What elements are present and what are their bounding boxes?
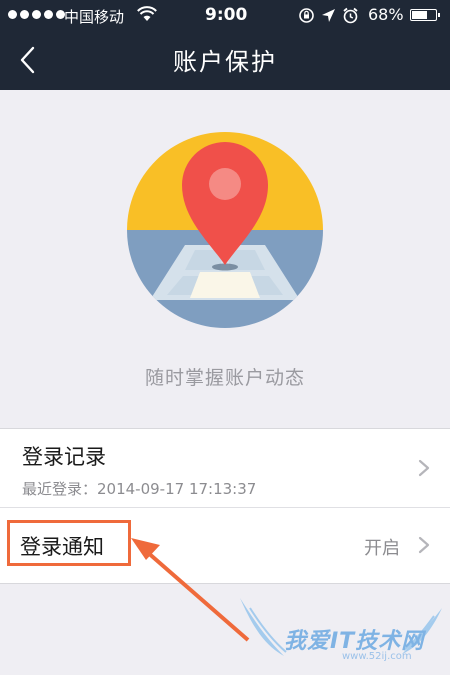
alarm-clock-icon bbox=[343, 7, 358, 24]
wifi-icon bbox=[137, 6, 157, 21]
login-notice-status: 开启 bbox=[364, 538, 400, 559]
highlight-box bbox=[7, 520, 131, 566]
clock-time: 9:00 bbox=[205, 5, 248, 25]
location-pin-sunset-icon bbox=[127, 132, 323, 328]
page-title: 账户保护 bbox=[173, 48, 277, 76]
location-arrow-icon bbox=[322, 9, 335, 22]
battery-icon bbox=[410, 9, 440, 21]
login-record-row[interactable]: 登录记录 最近登录：2014-09-17 17:13:37 bbox=[0, 429, 450, 508]
header: 中国移动 9:00 68% 账户保护 bbox=[0, 0, 450, 90]
watermark: 我爱IT技术网 www.52ij.com bbox=[236, 590, 446, 670]
status-bar: 中国移动 9:00 68% bbox=[0, 0, 450, 32]
chevron-right-icon bbox=[418, 459, 430, 477]
watermark-url: www.52ij.com bbox=[342, 651, 412, 662]
system-icons bbox=[298, 7, 359, 24]
battery-fill bbox=[412, 11, 427, 19]
signal-strength-icon bbox=[8, 10, 65, 19]
tagline: 随时掌握账户动态 bbox=[144, 367, 305, 389]
battery-percent: 68% bbox=[368, 5, 404, 24]
chevron-right-icon bbox=[418, 536, 430, 554]
login-record-title: 登录记录 bbox=[22, 445, 106, 469]
rotation-lock-icon bbox=[299, 8, 314, 23]
carrier-label: 中国移动 bbox=[64, 8, 125, 26]
last-login-text: 最近登录：2014-09-17 17:13:37 bbox=[22, 480, 257, 498]
